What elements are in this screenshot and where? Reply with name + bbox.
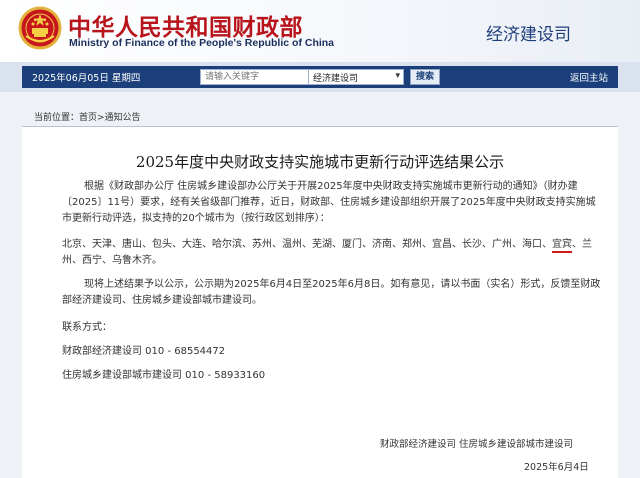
national-emblem-icon [18, 6, 62, 50]
article-paragraph-notice: 现将上述结果予以公示，公示期为2025年6月4日至2025年6月8日。如有意见，… [62, 279, 601, 306]
article-title: 2025年度中央财政支持实施城市更新行动评选结果公示 [135, 153, 505, 171]
ministry-title-en: Ministry of Finance of the People's Repu… [69, 37, 335, 49]
article-paragraph-intro: 根据《财政部办公厅 住房城乡建设部办公厅关于开展2025年度中央财政支持实施城市… [62, 181, 596, 224]
department-name[interactable]: 经济建设司 [486, 20, 571, 45]
current-date: 2025年06月05日 星期四 [32, 73, 141, 84]
contact-mohurd: 住房城乡建设部城市建设司 010 - 58933160 [62, 370, 266, 381]
nav-bar-inner: 2025年06月05日 星期四 经济建设司 ▾ 搜索 返回主站 [22, 66, 618, 88]
search-button[interactable]: 搜索 [410, 69, 440, 85]
contact-label: 联系方式： [62, 322, 112, 333]
chevron-down-icon: ▾ [395, 71, 400, 81]
search-scope-select[interactable]: 经济建设司 ▾ [308, 69, 404, 85]
signature: 财政部经济建设司 住房城乡建设部城市建设司 [380, 439, 574, 450]
breadcrumb[interactable]: 当前位置：首页>通知公告 [34, 110, 141, 123]
back-to-main-site-link[interactable]: 返回主站 [570, 70, 608, 84]
contact-mof: 财政部经济建设司 010 - 68554472 [62, 346, 226, 357]
signature-date: 2025年6月4日 [524, 462, 589, 473]
nav-bar: 2025年06月05日 星期四 经济建设司 ▾ 搜索 返回主站 [0, 62, 640, 92]
search-scope-value: 经济建设司 [313, 74, 359, 84]
city-list-part1: 北京、天津、唐山、包头、大连、哈尔滨、苏州、温州、芜湖、厦门、济南、郑州、宜昌、… [62, 239, 552, 250]
city-list: 北京、天津、唐山、包头、大连、哈尔滨、苏州、温州、芜湖、厦门、济南、郑州、宜昌、… [62, 237, 602, 269]
site-header: 中华人民共和国财政部 Ministry of Finance of the Pe… [0, 0, 640, 62]
article-panel: 2025年度中央财政支持实施城市更新行动评选结果公示 根据《财政部办公厅 住房城… [22, 127, 618, 478]
city-highlight: 宜宾 [552, 239, 572, 250]
search-input[interactable] [200, 69, 322, 85]
